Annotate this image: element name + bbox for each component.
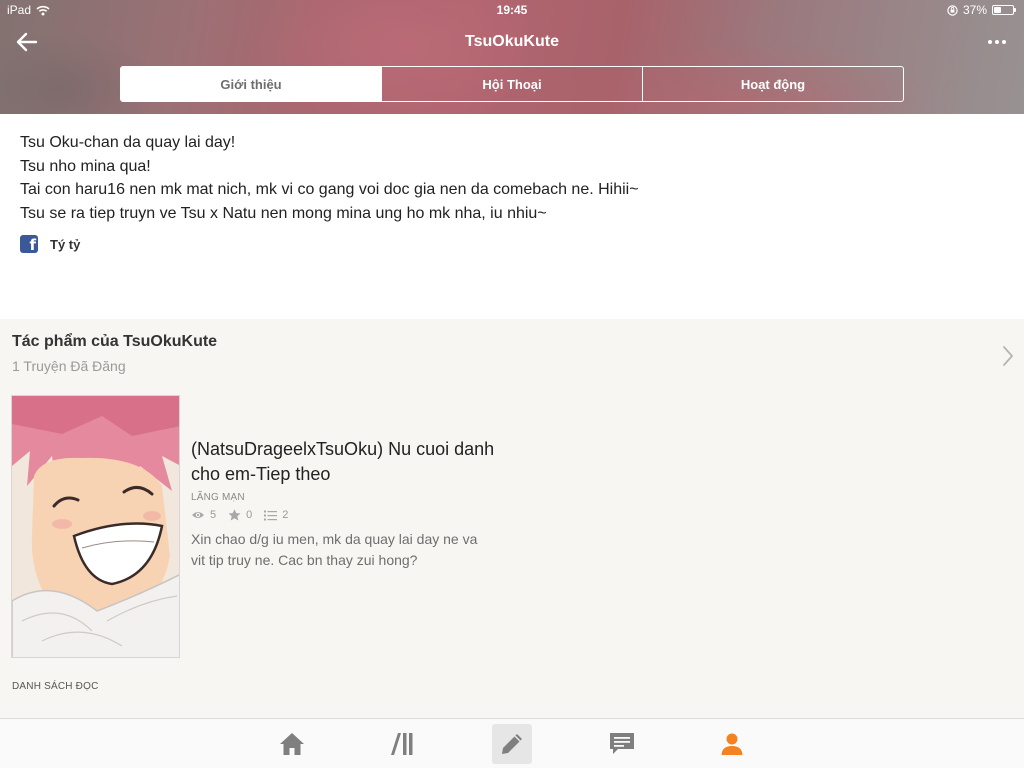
tab-home[interactable] — [272, 724, 312, 764]
facebook-link-label: Tý tỷ — [50, 236, 81, 252]
works-section: Tác phẩm của TsuOkuKute 1 Truyện Đã Đăng — [0, 319, 1024, 718]
navigation-bar: TsuOkuKute — [0, 28, 1024, 58]
tab-library[interactable] — [382, 724, 422, 764]
battery-percent: 37% — [962, 3, 987, 17]
story-description: Xin chao d/g iu men, mk da quay lai day … — [191, 531, 478, 568]
tab-activity[interactable]: Hoạt động — [642, 67, 903, 101]
description-line: Tsu Oku-chan da quay lai day! — [20, 134, 236, 151]
more-options-button[interactable] — [984, 30, 1010, 54]
more-horizontal-icon — [988, 40, 992, 44]
library-icon — [391, 733, 413, 755]
status-time: 19:45 — [496, 3, 528, 17]
eye-icon — [192, 512, 204, 518]
story-stats: 5 0 2 — [191, 509, 300, 521]
tab-profile[interactable] — [712, 724, 752, 764]
description-line: Tsu se ra tiep truyn ve Tsu x Natu nen m… — [20, 204, 547, 222]
bottom-tab-bar — [0, 718, 1024, 768]
tab-conversations[interactable]: Hội Thoại — [381, 67, 642, 101]
facebook-link[interactable]: f Tý tỷ — [20, 235, 80, 253]
list-icon — [264, 510, 278, 520]
tab-messages[interactable] — [602, 724, 642, 764]
chevron-right-icon — [1003, 346, 1013, 366]
tab-about[interactable]: Giới thiệu — [121, 67, 381, 101]
about-section: Tsu Oku-chan da quay lai day! Tsu nho mi… — [0, 114, 1024, 319]
status-bar: iPad 19:45 37% — [0, 3, 1024, 19]
works-header[interactable]: Tác phẩm của TsuOkuKute 1 Truyện Đã Đăng — [0, 319, 1024, 383]
story-card[interactable]: (NatsuDrageelxTsuOku) Nu cuoi danh cho e… — [11, 395, 511, 658]
chat-icon — [610, 733, 634, 754]
story-parts-count: 2 — [282, 509, 289, 521]
works-title: Tác phẩm của TsuOkuKute — [12, 333, 218, 350]
description-line: Tsu nho mina qua! — [20, 157, 151, 175]
pencil-icon — [502, 734, 522, 754]
story-title: (NatsuDrageelxTsuOku) Nu cuoi danh cho e… — [191, 439, 495, 484]
works-count: 1 Truyện Đã Đăng — [12, 358, 126, 374]
orientation-lock-icon — [947, 4, 958, 16]
story-cover-image — [11, 395, 180, 658]
star-icon — [228, 509, 241, 521]
profile-description: Tsu Oku-chan da quay lai day! Tsu nho mi… — [20, 131, 1000, 225]
home-icon — [280, 733, 304, 755]
profile-tabs: Giới thiệu Hội Thoại Hoạt động — [120, 66, 904, 102]
tab-write[interactable] — [492, 724, 532, 764]
reading-list-heading: DANH SÁCH ĐỌC — [12, 681, 99, 692]
story-genre: LÃNG MẠN — [191, 492, 245, 503]
profile-username: TsuOkuKute — [465, 33, 559, 50]
story-votes-count: 0 — [246, 509, 253, 521]
facebook-icon: f — [20, 235, 38, 253]
story-reads-count: 5 — [210, 509, 217, 521]
profile-header: iPad 19:45 37% TsuOkuKute Giới thiệu Hội… — [0, 0, 1024, 114]
battery-icon — [992, 5, 1016, 15]
user-icon — [721, 733, 743, 755]
description-line: Tai con haru16 nen mk mat nich, mk vi co… — [20, 181, 639, 199]
